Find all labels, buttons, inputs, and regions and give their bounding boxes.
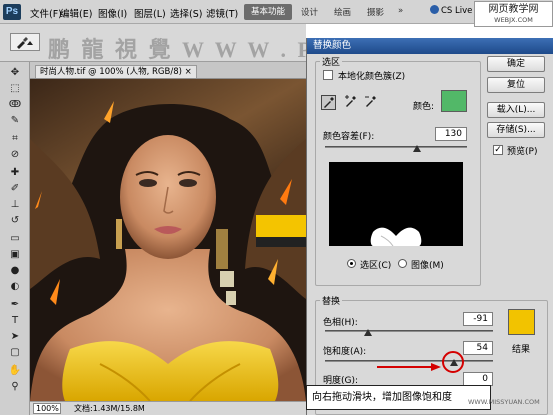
replacement-group-label: 替换 [320, 294, 343, 307]
move-icon[interactable]: ✥ [7, 66, 23, 80]
tools-panel: ✥ ⬚ ↂ ✎ ⌗ ⊘ ✚ ✐ ⊥ ↺ ▭ ▣ ● ◐ ✒ T ➤ ▢ ✋ ⚲ [0, 62, 30, 415]
reset-button[interactable]: 复位 [487, 77, 545, 93]
eyedropper-icon [17, 37, 33, 49]
menu-layer[interactable]: 图层(L) [134, 6, 166, 20]
hue-slider-thumb[interactable] [364, 329, 372, 336]
menu-file[interactable]: 文件(F) [30, 6, 62, 20]
site-badge-title: 网页教学网 [488, 4, 539, 15]
site-badge: 网页教学网 WEBJX.COM [474, 1, 553, 27]
cs-live-icon [430, 5, 439, 14]
saturation-label: 饱和度(A): [323, 347, 367, 357]
clone-stamp-icon[interactable]: ⊥ [7, 198, 23, 212]
document-tab[interactable]: 时尚人物.tif @ 100% (人物, RGB/8) × [35, 65, 197, 78]
dialog-title: 替换颜色 [307, 38, 553, 54]
document-tab-bar: 时尚人物.tif @ 100% (人物, RGB/8) × [30, 62, 306, 79]
photoshop-logo: Ps [3, 4, 21, 20]
load-button[interactable]: 载入(L)... [487, 102, 545, 118]
menu-filter[interactable]: 滤镜(T) [206, 6, 238, 20]
shape-icon[interactable]: ▢ [7, 346, 23, 360]
preview-label: 预览(P) [507, 147, 538, 157]
view-selection-label: 选区(C) [360, 261, 392, 271]
workspace-photography-tab[interactable]: 摄影 [367, 6, 384, 18]
gradient-icon[interactable]: ▣ [7, 248, 23, 262]
eyedropper-icon[interactable]: ⊘ [7, 148, 23, 162]
localized-clusters-label: 本地化颜色簇(Z) [338, 72, 406, 82]
localized-clusters-checkbox[interactable] [323, 70, 333, 80]
hue-label: 色相(H): [323, 318, 358, 328]
workspace-more-icon[interactable]: » [398, 6, 403, 16]
view-selection-radio[interactable] [347, 259, 356, 268]
cs-live-label: CS Live [441, 6, 473, 16]
workspace-essentials-button[interactable]: 基本功能 [244, 4, 292, 20]
arrow-right-icon [377, 363, 441, 371]
selection-color-swatch[interactable] [441, 90, 467, 112]
tool-preset-picker[interactable] [10, 33, 40, 51]
type-icon[interactable]: T [7, 314, 23, 328]
hue-slider-track[interactable] [325, 330, 493, 332]
selection-group-label: 选区 [320, 55, 343, 68]
options-bar: 鹏 龍 視 覺 W W W . P L V I . N E T [0, 24, 478, 62]
portrait-image [30, 79, 306, 401]
document-tab-title: 时尚人物.tif @ 100% (人物, RGB/8) [40, 67, 182, 77]
add-to-sample-eyedropper-icon[interactable] [344, 95, 359, 110]
status-bar: 100% 文档:1.43M/15.8M [30, 401, 306, 415]
hand-icon[interactable]: ✋ [7, 364, 23, 378]
result-color-swatch[interactable] [508, 309, 535, 335]
menu-bar: Ps 文件(F) 编辑(E) 图像(I) 图层(L) 选择(S) 滤镜(T) 基… [0, 0, 553, 27]
menu-edit[interactable]: 编辑(E) [60, 6, 92, 20]
fuzziness-slider-track[interactable] [325, 146, 467, 148]
marquee-icon[interactable]: ⬚ [7, 82, 23, 96]
pen-icon[interactable]: ✒ [7, 298, 23, 312]
lightness-input[interactable]: 0 [463, 372, 493, 386]
menu-image[interactable]: 图像(I) [98, 6, 127, 20]
tutorial-callout: 向右拖动滑块，增加图像饱和度 [306, 385, 491, 410]
replace-color-dialog: 替换颜色 选区 本地化颜色簇(Z) 颜色: 颜色容差(F): 130 选区(C)… [306, 38, 553, 415]
document-info: 文档:1.43M/15.8M [74, 404, 145, 413]
view-image-label: 图像(M) [411, 261, 444, 271]
menu-select[interactable]: 选择(S) [170, 6, 202, 20]
cs-live-button[interactable]: CS Live [430, 5, 472, 16]
ok-button[interactable]: 确定 [487, 56, 545, 72]
view-image-radio[interactable] [398, 259, 407, 268]
workspace-design-tab[interactable]: 设计 [301, 6, 318, 18]
watermark-url: WWW.MISSYUAN.COM [468, 398, 540, 406]
document-canvas[interactable] [30, 79, 306, 401]
eyedropper-icon[interactable] [321, 95, 336, 110]
path-select-icon[interactable]: ➤ [7, 330, 23, 344]
color-label: 颜色: [413, 102, 435, 112]
save-button[interactable]: 存储(S)... [487, 122, 545, 138]
highlight-circle [442, 351, 464, 373]
dodge-icon[interactable]: ◐ [7, 280, 23, 294]
site-badge-url: WEBJX.COM [494, 16, 533, 24]
brush-icon[interactable]: ✐ [7, 182, 23, 196]
saturation-input[interactable]: 54 [463, 341, 493, 355]
hue-input[interactable]: -91 [463, 312, 493, 326]
history-brush-icon[interactable]: ↺ [7, 214, 23, 228]
preview-checkbox[interactable]: ✓ [493, 145, 503, 155]
crop-icon[interactable]: ⌗ [7, 132, 23, 146]
lasso-icon[interactable]: ↂ [7, 98, 23, 112]
subtract-from-sample-eyedropper-icon[interactable] [364, 95, 379, 110]
workspace-painting-tab[interactable]: 绘画 [334, 6, 351, 18]
eraser-icon[interactable]: ▭ [7, 232, 23, 246]
zoom-icon[interactable]: ⚲ [7, 380, 23, 394]
zoom-field[interactable]: 100% [33, 403, 61, 414]
fuzziness-label: 颜色容差(F): [323, 132, 375, 142]
healing-icon[interactable]: ✚ [7, 166, 23, 180]
quick-select-icon[interactable]: ✎ [7, 114, 23, 128]
fuzziness-input[interactable]: 130 [435, 127, 467, 141]
result-label: 结果 [512, 345, 531, 355]
fuzziness-slider-thumb[interactable] [413, 145, 422, 152]
blur-icon[interactable]: ● [7, 264, 23, 278]
close-icon[interactable]: × [185, 67, 192, 77]
selection-mask-preview [329, 162, 463, 246]
